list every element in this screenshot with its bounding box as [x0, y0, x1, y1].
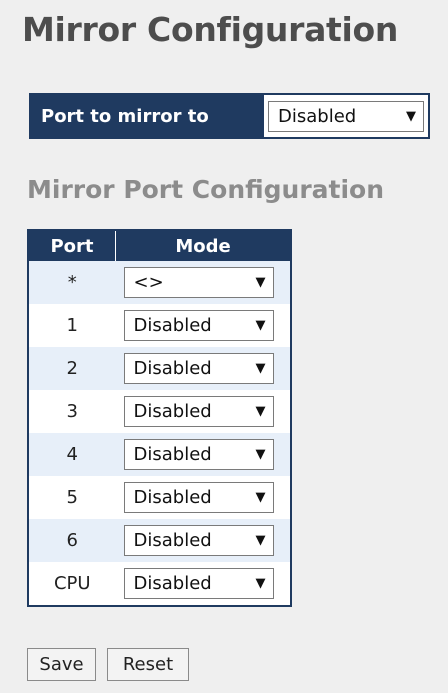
chevron-down-icon: ▼: [255, 533, 266, 548]
mode-value: Disabled: [133, 444, 212, 465]
mirror-port-table: Port Mode * <> ▼ 1 Disabled ▼ 2 Disabled…: [27, 229, 292, 607]
chevron-down-icon: ▼: [255, 404, 266, 419]
mode-select[interactable]: Disabled ▼: [123, 568, 274, 599]
mode-value: <>: [133, 272, 164, 293]
table-row: 1 Disabled ▼: [28, 304, 291, 347]
mode-select[interactable]: Disabled ▼: [123, 310, 274, 341]
mode-value: Disabled: [133, 315, 212, 336]
chevron-down-icon: ▼: [255, 318, 266, 333]
port-cell: 4: [28, 433, 116, 476]
chevron-down-icon: ▼: [255, 447, 266, 462]
port-cell: CPU: [28, 562, 116, 606]
chevron-down-icon: ▼: [255, 275, 266, 290]
mirror-to-value: Disabled: [278, 105, 357, 127]
mode-value: Disabled: [133, 401, 212, 422]
mode-value: Disabled: [133, 530, 212, 551]
mirror-to-select[interactable]: Disabled ▼: [268, 100, 424, 132]
table-row: CPU Disabled ▼: [28, 562, 291, 606]
mirror-to-label: Port to mirror to: [30, 94, 264, 138]
chevron-down-icon: ▼: [255, 576, 266, 591]
mode-select[interactable]: Disabled ▼: [123, 396, 274, 427]
port-cell: 6: [28, 519, 116, 562]
port-column-header: Port: [28, 230, 116, 261]
chevron-down-icon: ▼: [255, 490, 266, 505]
mode-select[interactable]: Disabled ▼: [123, 525, 274, 556]
mirror-to-table: Port to mirror to Disabled ▼: [29, 93, 430, 139]
port-cell: 1: [28, 304, 116, 347]
mode-column-header: Mode: [115, 230, 291, 261]
table-row: 5 Disabled ▼: [28, 476, 291, 519]
mode-value: Disabled: [133, 487, 212, 508]
table-row: 6 Disabled ▼: [28, 519, 291, 562]
table-row: 4 Disabled ▼: [28, 433, 291, 476]
table-row: 2 Disabled ▼: [28, 347, 291, 390]
table-row: * <> ▼: [28, 261, 291, 304]
chevron-down-icon: ▼: [406, 108, 416, 124]
mode-value: Disabled: [133, 573, 212, 594]
reset-button[interactable]: Reset: [107, 648, 189, 681]
mode-select[interactable]: <> ▼: [123, 267, 274, 298]
mode-select[interactable]: Disabled ▼: [123, 439, 274, 470]
port-cell: 2: [28, 347, 116, 390]
port-cell: *: [28, 261, 116, 304]
chevron-down-icon: ▼: [255, 361, 266, 376]
table-row: 3 Disabled ▼: [28, 390, 291, 433]
section-title: Mirror Port Configuration: [27, 175, 385, 204]
page-title: Mirror Configuration: [22, 10, 399, 49]
save-button[interactable]: Save: [27, 648, 96, 681]
mode-value: Disabled: [133, 358, 212, 379]
port-cell: 5: [28, 476, 116, 519]
mode-select[interactable]: Disabled ▼: [123, 482, 274, 513]
port-cell: 3: [28, 390, 116, 433]
mode-select[interactable]: Disabled ▼: [123, 353, 274, 384]
